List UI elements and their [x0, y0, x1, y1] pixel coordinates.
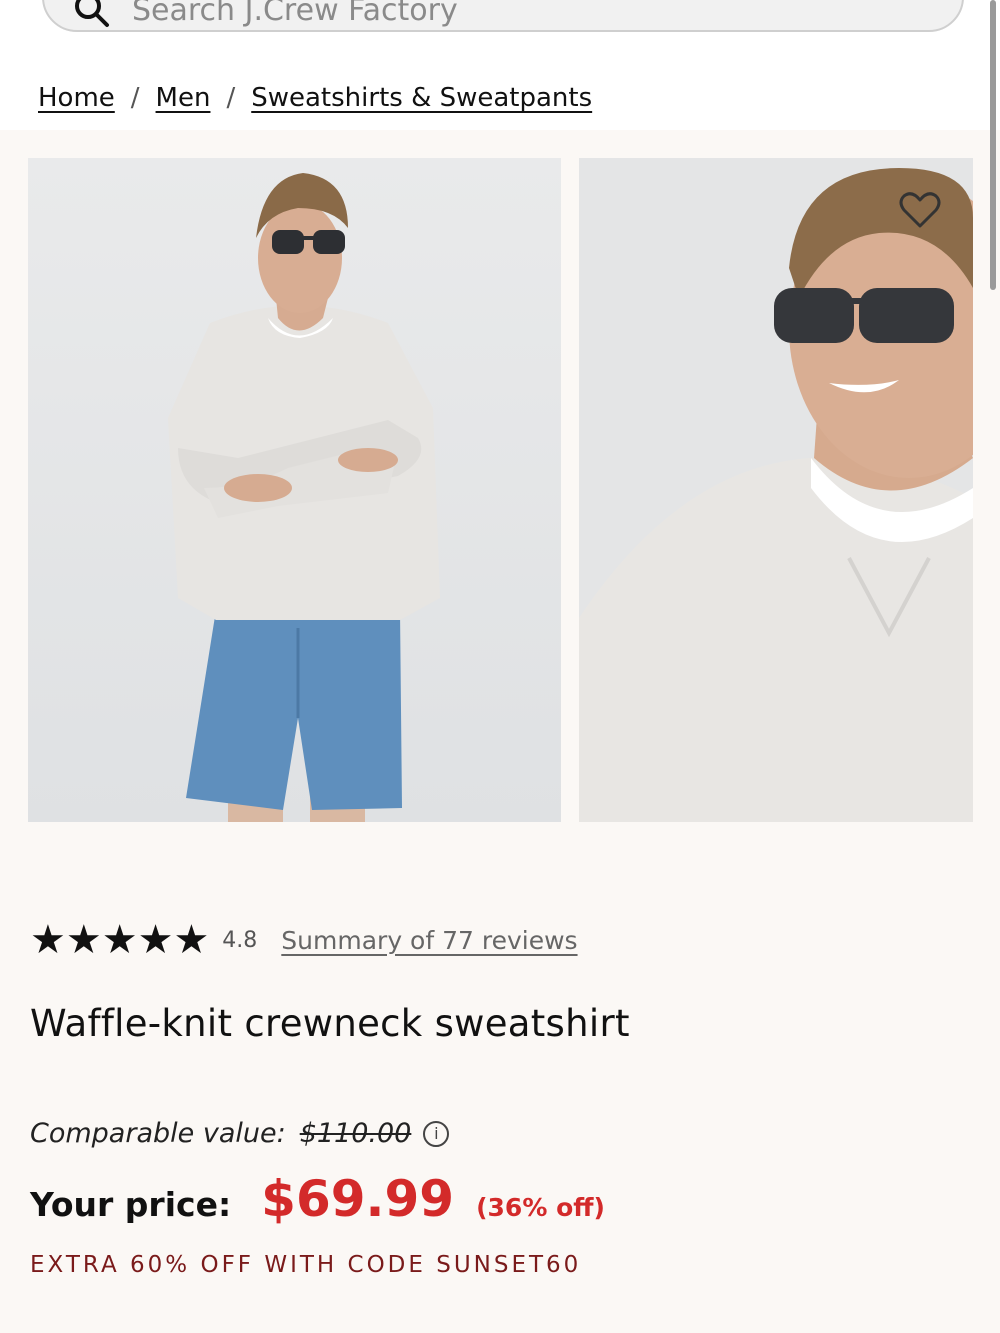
sale-price: $69.99	[261, 1170, 455, 1228]
header-area: Home / Men / Sweatshirts & Sweatpants	[0, 0, 1000, 130]
discount-percentage: (36% off)	[476, 1193, 605, 1222]
search-bar[interactable]	[42, 0, 964, 32]
reviews-summary-link[interactable]: Summary of 77 reviews	[281, 926, 577, 955]
breadcrumb-separator: /	[130, 83, 140, 113]
rating-stars: ★★★★★	[30, 917, 210, 963]
breadcrumb-separator: /	[226, 83, 236, 113]
product-photo-full-body[interactable]	[28, 158, 561, 822]
rating-value: 4.8	[222, 927, 258, 953]
star-rating-icons: ★★★★★	[30, 917, 210, 963]
product-section: ★★★★★ 4.8 Summary of 77 reviews Waffle-k…	[0, 130, 1000, 1333]
product-image-gallery[interactable]	[28, 158, 1000, 822]
wishlist-heart-button[interactable]	[896, 186, 944, 234]
breadcrumb-category-link[interactable]: Sweatshirts & Sweatpants	[251, 83, 592, 113]
comparable-value-label: Comparable value:	[30, 1118, 286, 1149]
breadcrumb-men-link[interactable]: Men	[156, 83, 211, 113]
promo-code-banner: EXTRA 60% OFF WITH CODE SUNSET60	[30, 1252, 582, 1278]
rating-row: ★★★★★ 4.8 Summary of 77 reviews	[30, 920, 578, 960]
breadcrumb-home-link[interactable]: Home	[38, 83, 115, 113]
product-title: Waffle-knit crewneck sweatshirt	[30, 1002, 630, 1045]
page-scrollbar[interactable]	[990, 0, 996, 290]
model-full-body-illustration	[28, 158, 561, 822]
comparable-value-price: $110.00	[299, 1118, 412, 1149]
price-row: Your price: $69.99 (36% off)	[30, 1170, 605, 1228]
search-icon	[75, 0, 109, 27]
breadcrumb: Home / Men / Sweatshirts & Sweatpants	[38, 80, 592, 116]
model-close-up-illustration	[579, 158, 973, 822]
your-price-label: Your price:	[30, 1185, 232, 1224]
comparable-value-row: Comparable value: $110.00 i	[30, 1118, 450, 1149]
info-icon[interactable]: i	[423, 1120, 450, 1147]
heart-icon	[899, 192, 941, 228]
product-photo-close-up[interactable]	[579, 158, 973, 822]
search-input[interactable]	[132, 0, 832, 28]
